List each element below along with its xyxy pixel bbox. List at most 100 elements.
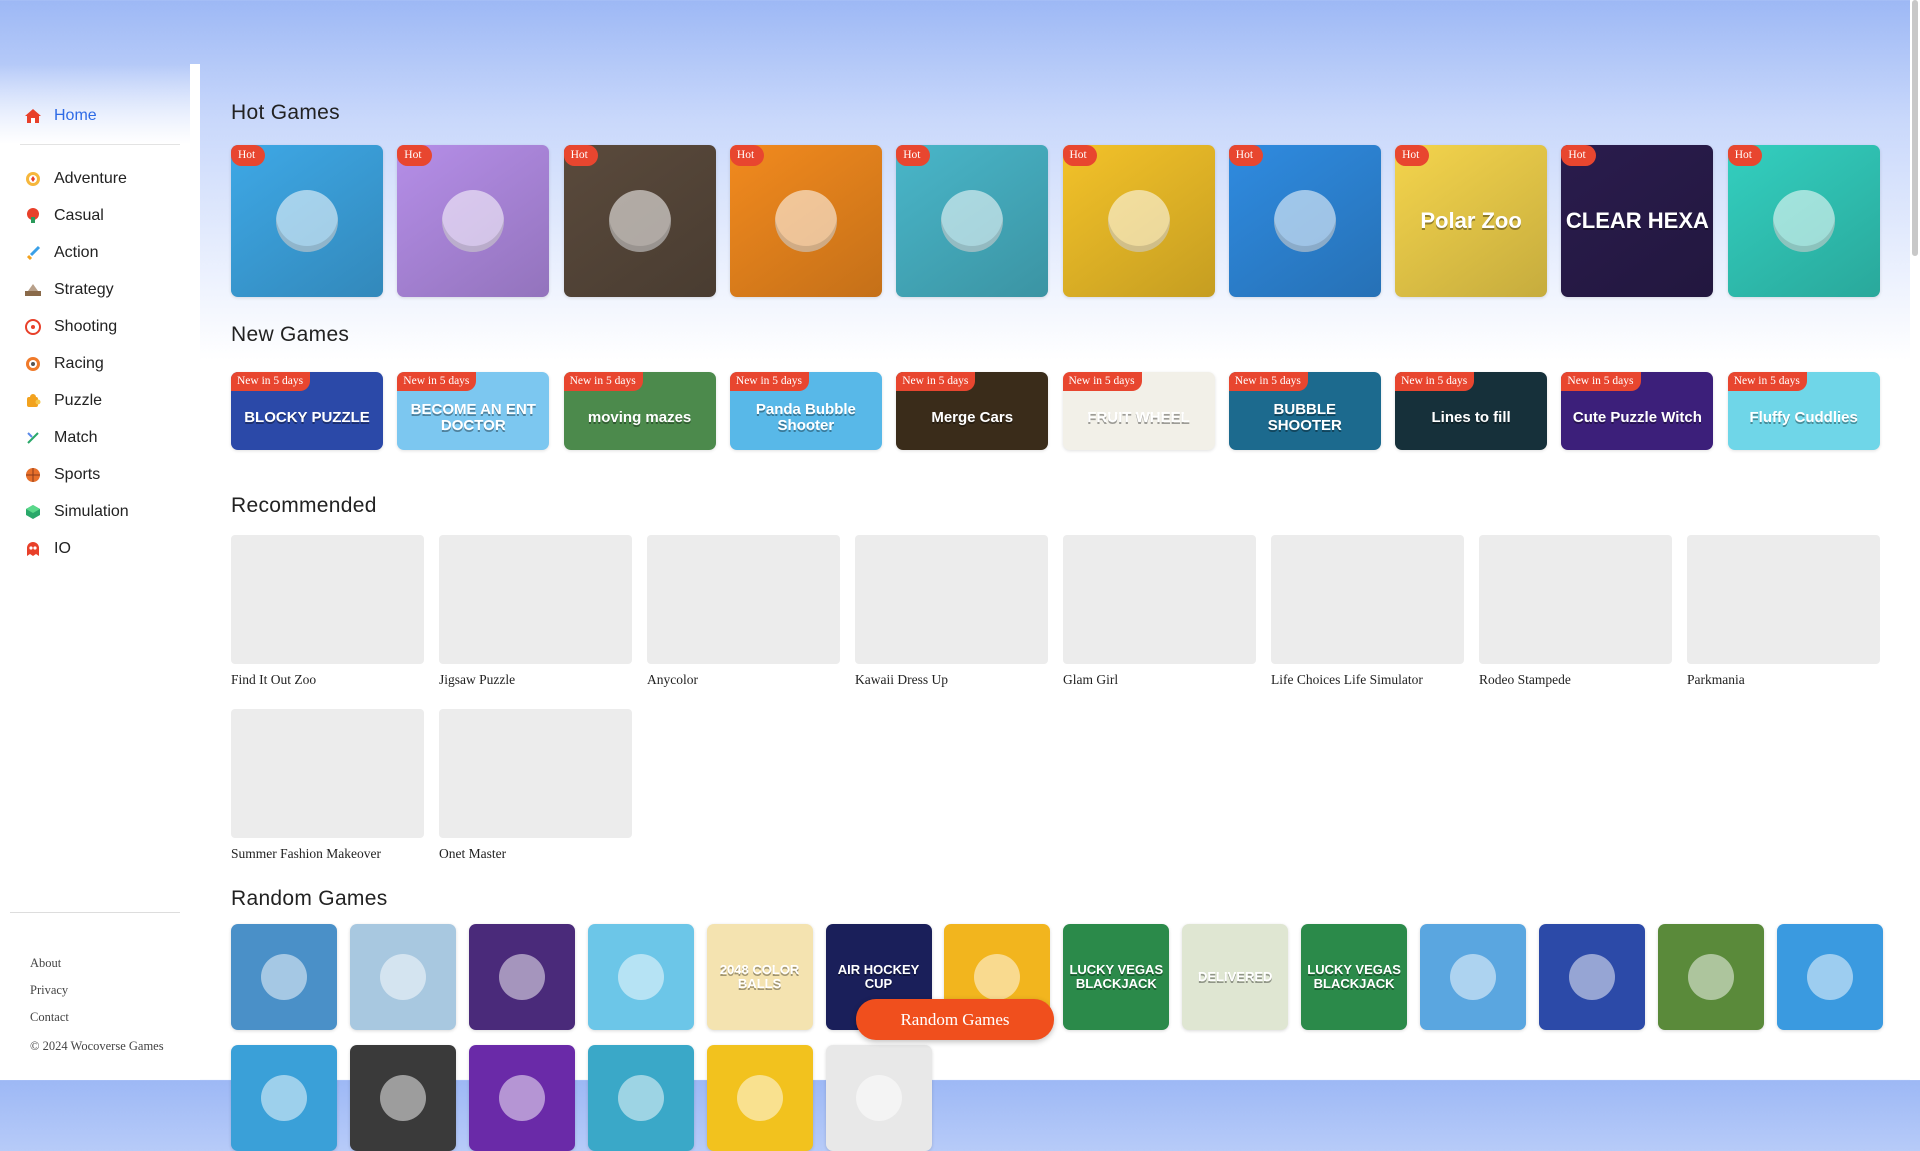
game-title[interactable]: Rodeo Stampede [1479,672,1672,688]
random-game-tile[interactable] [706,1045,813,1151]
contact-link[interactable]: Contact [30,1010,69,1025]
hot-badge: Hot [1727,145,1762,166]
game-title[interactable]: Glam Girl [1063,672,1256,688]
hot-game-tile[interactable]: CLEAR HEXA Hot [1561,145,1714,297]
game-thumbnail-placeholder[interactable] [647,535,840,664]
hero-icon [588,1045,694,1151]
hot-game-tile[interactable]: Hot [397,145,550,297]
hot-game-tile[interactable]: Hot [1062,145,1215,297]
random-game-tile[interactable]: 2048 COLOR BALLS [706,924,813,1030]
recommended-card[interactable]: Kawaii Dress Up [855,535,1048,688]
sidebar-item-match[interactable]: Match [24,419,184,456]
game-thumbnail-placeholder[interactable] [1271,535,1464,664]
hot-game-tile[interactable]: Hot [896,145,1049,297]
game-thumbnail-placeholder[interactable] [439,709,632,838]
sidebar-item-action[interactable]: Action [24,234,184,271]
game-thumbnail-placeholder[interactable] [231,709,424,838]
random-game-tile[interactable] [825,1045,932,1151]
hot-game-tile[interactable]: Hot [1228,145,1381,297]
hot-game-tile[interactable]: Polar Zoo Hot [1395,145,1548,297]
game-thumbnail-placeholder[interactable] [855,535,1048,664]
recommended-card[interactable]: Parkmania [1687,535,1880,688]
random-game-tile[interactable]: DELIVERED [1182,924,1289,1030]
sidebar-item-shooting[interactable]: Shooting [24,308,184,345]
game-title[interactable]: Kawaii Dress Up [855,672,1048,688]
sidebar-item-casual[interactable]: Casual [24,197,184,234]
recommended-card[interactable]: Summer Fashion Makeover [231,709,424,862]
deer-icon [350,1045,456,1151]
recommended-card[interactable]: Life Choices Life Simulator [1271,535,1464,688]
hot-badge: Hot [231,145,266,166]
recommended-card[interactable]: Onet Master [439,709,632,862]
game-art-label: Cute Puzzle Witch [1572,409,1702,427]
game-title[interactable]: Life Choices Life Simulator [1271,672,1464,688]
cards-icon: LUCKY VEGAS BLACKJACK [1301,924,1407,1030]
new-game-tile[interactable]: BUBBLE SHOOTER New in 5 days [1228,372,1381,450]
privacy-link[interactable]: Privacy [30,983,68,998]
crab-icon [1539,924,1645,1030]
recommended-card[interactable]: Rodeo Stampede [1479,535,1672,688]
random-game-tile[interactable] [231,924,337,1030]
game-title[interactable]: Summer Fashion Makeover [231,846,424,862]
random-games-button[interactable]: Random Games [856,999,1054,1040]
new-game-tile[interactable]: Cute Puzzle Witch New in 5 days [1561,372,1714,450]
new-game-tile[interactable]: BECOME AN ENT DOCTOR New in 5 days [397,372,550,450]
new-game-tile[interactable]: Merge Cars New in 5 days [896,372,1049,450]
puzzle-icon [24,392,42,410]
random-game-tile[interactable] [1420,924,1526,1030]
sidebar-item-strategy[interactable]: Strategy [24,271,184,308]
sidebar-item-adventure[interactable]: Adventure [24,160,184,197]
random-game-tile[interactable] [587,1045,694,1151]
game-title[interactable]: Onet Master [439,846,632,862]
recommended-card[interactable]: Glam Girl [1063,535,1256,688]
hot-game-tile[interactable]: Hot [231,145,383,297]
random-game-tile[interactable] [1657,924,1764,1030]
chocolate-icon [397,145,549,297]
game-art-label: Polar Zoo [1420,208,1522,234]
game-title[interactable]: Find It Out Zoo [231,672,424,688]
random-game-tile[interactable]: LUCKY VEGAS BLACKJACK [1301,924,1408,1030]
new-badge: New in 5 days [1228,372,1308,391]
new-game-tile[interactable]: BLOCKY PUZZLE New in 5 days [231,372,383,450]
random-game-tile[interactable] [349,1045,456,1151]
new-game-tile[interactable]: FRUIT WHEEL New in 5 days [1062,372,1215,450]
recommended-card[interactable]: Jigsaw Puzzle [439,535,632,688]
new-game-tile[interactable]: Fluffy Cuddlies New in 5 days [1727,372,1880,450]
random-game-tile[interactable]: LUCKY VEGAS BLACKJACK [1063,924,1170,1030]
new-game-tile[interactable]: Lines to fill New in 5 days [1395,372,1548,450]
game-title[interactable]: Jigsaw Puzzle [439,672,632,688]
sidebar-item-sports[interactable]: Sports [24,456,184,493]
sidebar-item-io[interactable]: IO [24,530,184,567]
hot-game-tile[interactable]: Hot [729,145,882,297]
sidebar-item-label: Action [54,243,99,261]
game-thumbnail-placeholder[interactable] [439,535,632,664]
random-game-tile[interactable] [1538,924,1645,1030]
game-thumbnail-placeholder[interactable] [1479,535,1672,664]
sidebar-item-home[interactable]: Home [24,104,180,128]
hot-game-tile[interactable]: Hot [563,145,716,297]
recommended-card[interactable]: Find It Out Zoo [231,535,424,688]
random-game-tile[interactable] [468,924,575,1030]
sidebar-item-racing[interactable]: Racing [24,345,184,382]
new-game-tile[interactable]: moving mazes New in 5 days [563,372,716,450]
random-game-tile[interactable] [231,1045,337,1151]
random-game-tile[interactable] [587,924,694,1030]
new-game-tile[interactable]: Panda Bubble Shooter New in 5 days [729,372,882,450]
game-thumbnail-placeholder[interactable] [1063,535,1256,664]
game-art-label: Panda Bubble Shooter [755,401,856,434]
random-game-tile[interactable] [349,924,456,1030]
hot-game-tile[interactable]: Hot [1727,145,1880,297]
recommended-card[interactable]: Anycolor [647,535,840,688]
sidebar-item-puzzle[interactable]: Puzzle [24,382,184,419]
sidebar-item-simulation[interactable]: Simulation [24,493,184,530]
game-title[interactable]: Anycolor [647,672,840,688]
random-game-tile[interactable] [1776,924,1883,1030]
random-game-tile[interactable] [468,1045,575,1151]
game-title[interactable]: Parkmania [1687,672,1880,688]
new-badge: New in 5 days [1561,372,1641,391]
game-thumbnail-placeholder[interactable] [231,535,424,664]
about-link[interactable]: About [30,956,61,971]
game-thumbnail-placeholder[interactable] [1687,535,1880,664]
scrollbar-thumb[interactable] [1912,0,1918,256]
soccer-player-icon [588,924,694,1030]
